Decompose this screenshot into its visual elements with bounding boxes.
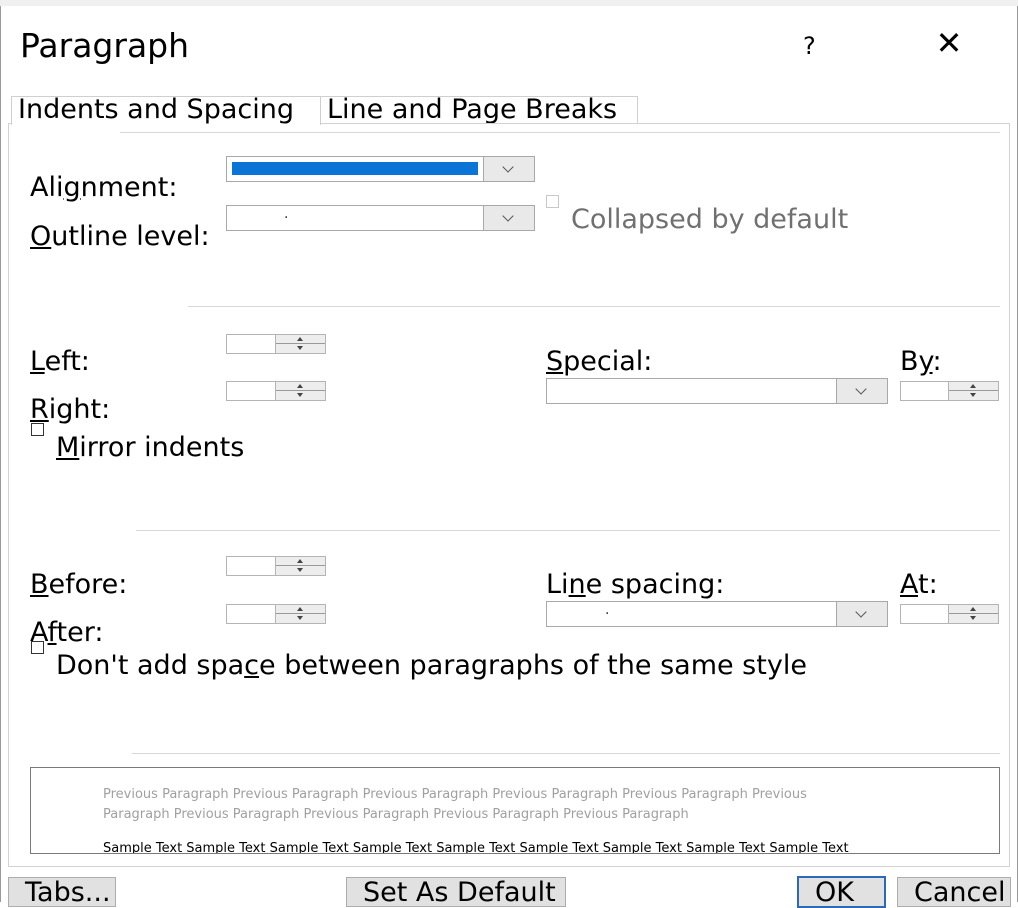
line-spacing-label: Line spacing: bbox=[546, 569, 725, 600]
spin-up-icon bbox=[297, 337, 303, 341]
spin-up-icon bbox=[297, 559, 303, 563]
after-spinner[interactable] bbox=[226, 604, 326, 624]
preview-previous-paragraph-line-2: Paragraph Previous Paragraph Previous Pa… bbox=[103, 807, 689, 822]
cancel-button[interactable]: Cancel bbox=[897, 877, 1011, 907]
paragraph-preview: Previous Paragraph Previous Paragraph Pr… bbox=[30, 767, 1000, 854]
mirror-indents-label: Mirror indents bbox=[56, 432, 245, 463]
tab-line-and-page-breaks[interactable]: Line and Page Breaks bbox=[320, 96, 638, 126]
right-indent-spin-buttons[interactable] bbox=[275, 382, 325, 400]
line-spacing-dropdown-button[interactable] bbox=[836, 602, 887, 626]
tabs-button[interactable]: Tabs... bbox=[8, 877, 116, 907]
line-spacing-value: . bbox=[605, 602, 610, 618]
spin-down-icon bbox=[297, 393, 303, 397]
close-icon: ✕ bbox=[935, 24, 963, 62]
special-label: Special: bbox=[546, 346, 653, 377]
alignment-selected-value bbox=[232, 162, 478, 175]
collapsed-by-default-checkbox[interactable] bbox=[546, 195, 559, 208]
special-select[interactable] bbox=[546, 378, 888, 404]
by-label: By: bbox=[900, 346, 942, 377]
by-spin-buttons[interactable] bbox=[948, 382, 998, 400]
preview-separator bbox=[132, 753, 1000, 754]
alignment-label: Alignment: bbox=[30, 172, 178, 203]
close-button[interactable]: ✕ bbox=[934, 26, 964, 60]
at-spin-buttons[interactable] bbox=[948, 605, 998, 623]
spin-up-icon bbox=[297, 607, 303, 611]
dont-add-space-checkbox[interactable] bbox=[31, 641, 44, 654]
dont-add-space-label: Don't add space between paragraphs of th… bbox=[56, 650, 807, 681]
spin-up-icon bbox=[297, 384, 303, 388]
spin-up-icon bbox=[970, 607, 976, 611]
spacing-separator bbox=[136, 530, 1000, 531]
chevron-down-icon bbox=[855, 383, 867, 395]
help-button[interactable]: ? bbox=[803, 32, 816, 60]
after-spin-buttons[interactable] bbox=[275, 605, 325, 623]
left-indent-spinner[interactable] bbox=[226, 334, 326, 354]
at-label: At: bbox=[900, 569, 938, 600]
left-indent-spin-buttons[interactable] bbox=[275, 335, 325, 353]
outline-dropdown-button[interactable] bbox=[483, 206, 534, 230]
preview-previous-paragraph-line-1: Previous Paragraph Previous Paragraph Pr… bbox=[103, 787, 807, 802]
spin-down-icon bbox=[297, 346, 303, 350]
left-indent-label: Left: bbox=[30, 346, 90, 377]
collapsed-by-default-label: Collapsed by default bbox=[571, 204, 849, 235]
outline-level-select[interactable]: . bbox=[226, 205, 535, 231]
alignment-select[interactable] bbox=[226, 156, 535, 182]
right-indent-spinner[interactable] bbox=[226, 381, 326, 401]
chevron-down-icon bbox=[502, 210, 514, 222]
spin-down-icon bbox=[970, 616, 976, 620]
chevron-down-icon bbox=[855, 606, 867, 618]
general-separator bbox=[120, 132, 1000, 133]
before-label: Before: bbox=[30, 569, 128, 600]
before-spin-buttons[interactable] bbox=[275, 557, 325, 575]
spin-down-icon bbox=[970, 393, 976, 397]
outline-level-label: Outline level: bbox=[30, 221, 210, 252]
before-spinner[interactable] bbox=[226, 556, 326, 576]
tab-indents-and-spacing[interactable]: Indents and Spacing bbox=[11, 96, 321, 125]
right-indent-label: Right: bbox=[30, 394, 111, 425]
spin-down-icon bbox=[297, 616, 303, 620]
by-spinner[interactable] bbox=[900, 381, 999, 401]
mirror-indents-checkbox[interactable] bbox=[31, 423, 44, 436]
alignment-dropdown-button[interactable] bbox=[483, 157, 534, 181]
chevron-down-icon bbox=[502, 161, 514, 173]
outline-level-value: . bbox=[284, 206, 289, 222]
line-spacing-select[interactable]: . bbox=[546, 601, 888, 627]
indentation-separator bbox=[188, 306, 1000, 307]
dialog-title: Paragraph bbox=[20, 26, 190, 65]
preview-sample-text: Sample Text Sample Text Sample Text Samp… bbox=[103, 841, 849, 854]
spin-down-icon bbox=[297, 568, 303, 572]
special-dropdown-button[interactable] bbox=[836, 379, 887, 403]
at-spinner[interactable] bbox=[900, 604, 999, 624]
set-as-default-button[interactable]: Set As Default bbox=[346, 877, 566, 907]
ok-button[interactable]: OK bbox=[797, 876, 886, 908]
spin-up-icon bbox=[970, 384, 976, 388]
